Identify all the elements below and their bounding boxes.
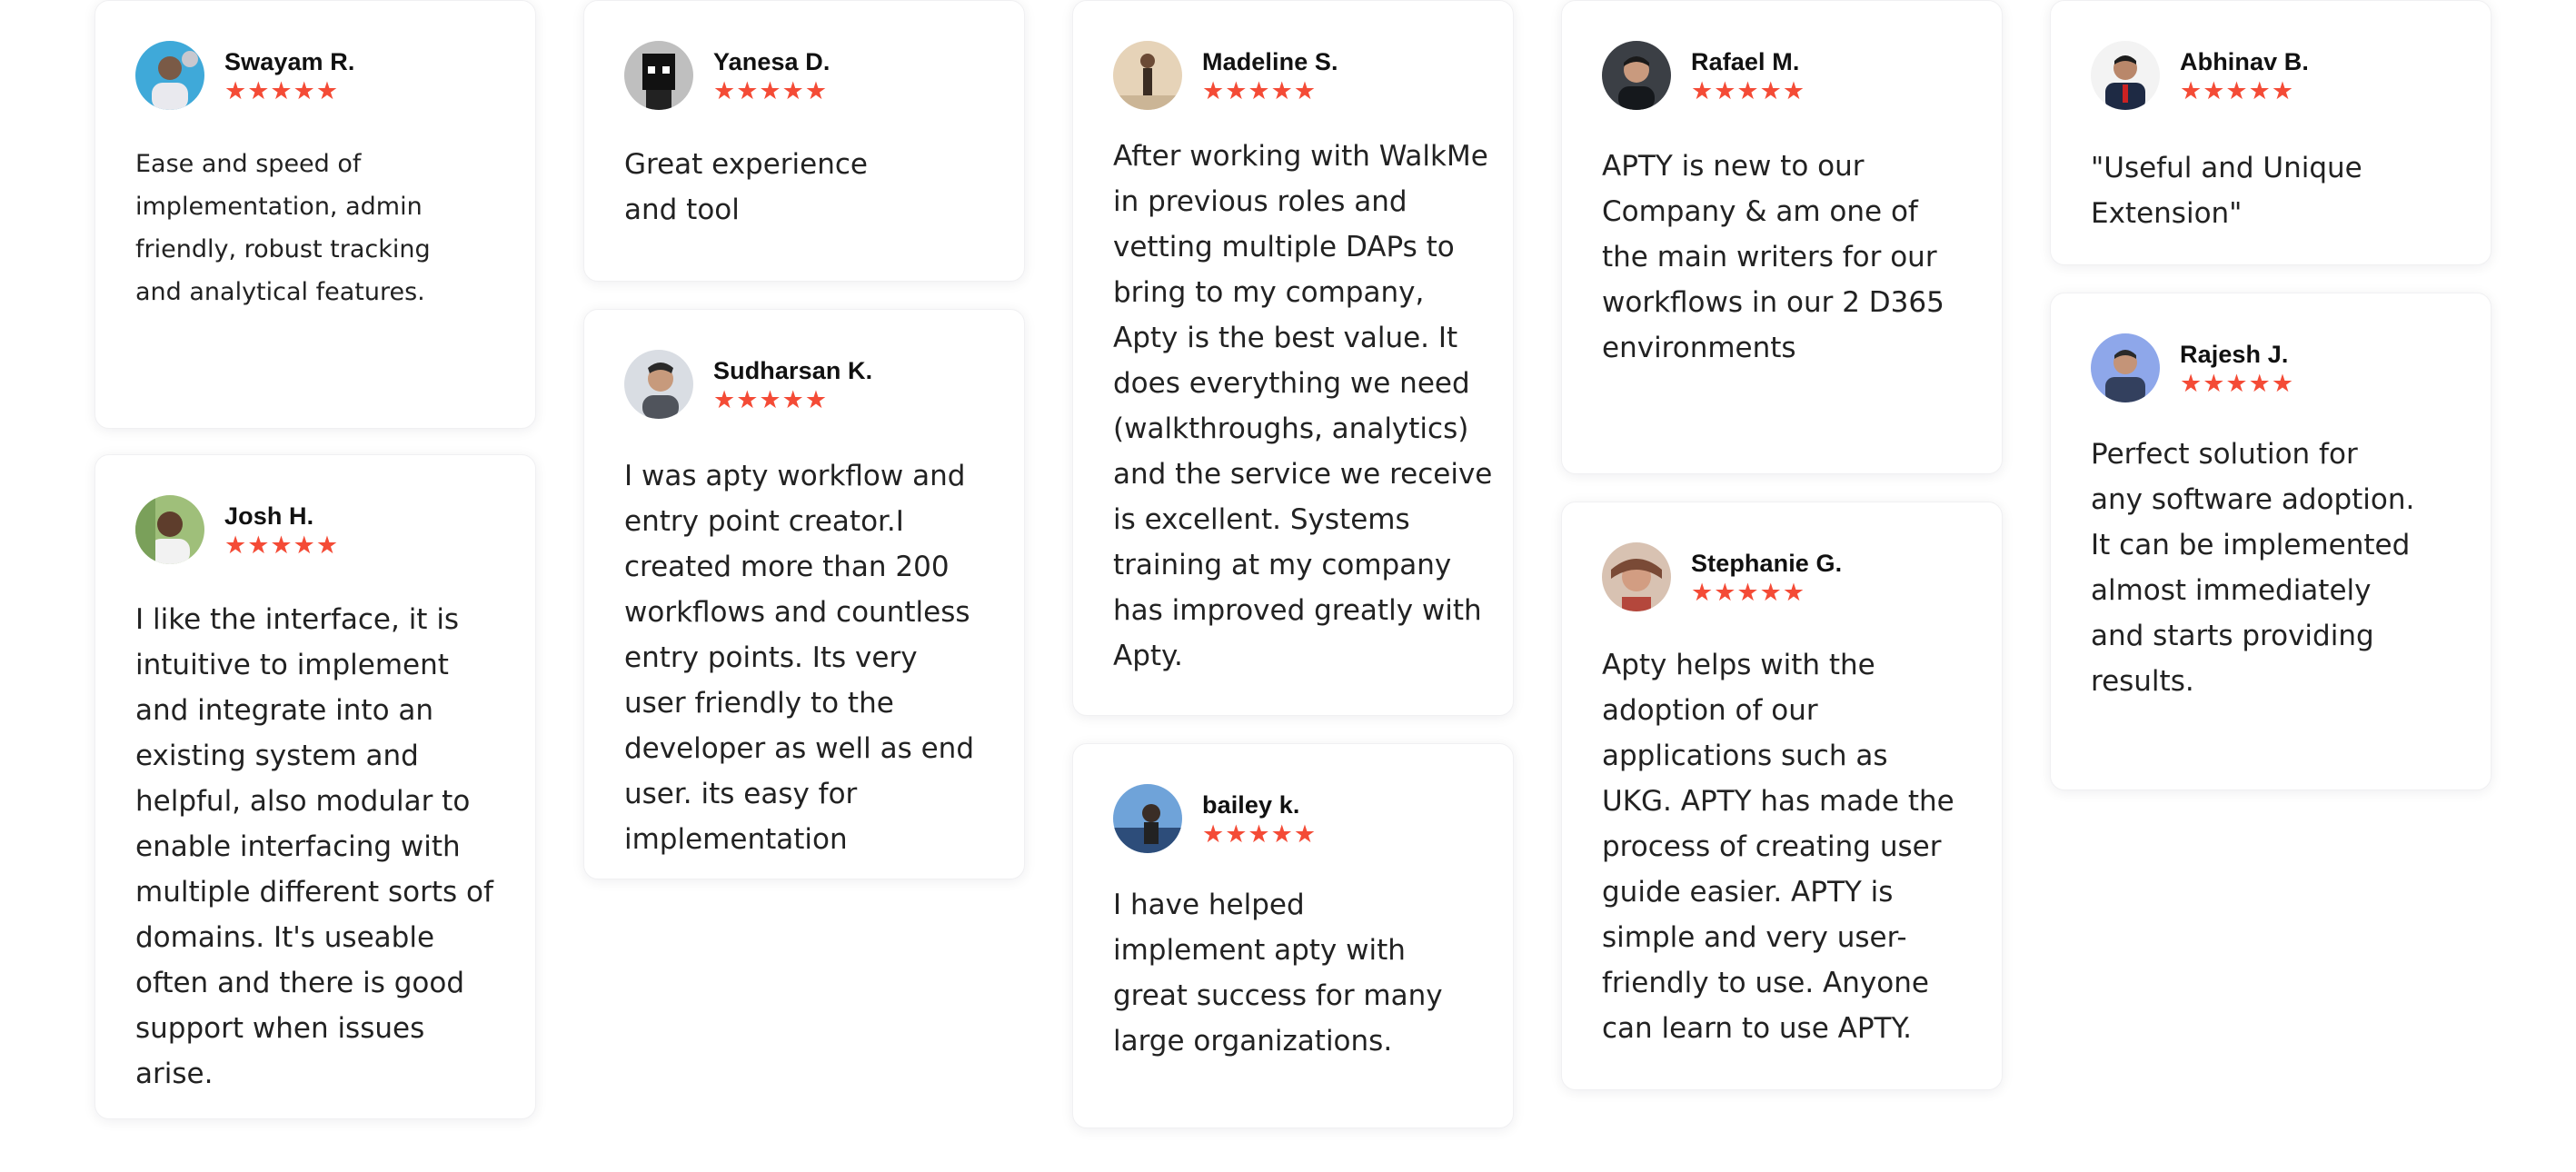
star-rating-icon: ★★★★★ [1202,820,1318,848]
avatar [135,41,204,110]
star-rating-icon: ★★★★★ [2180,77,2295,104]
review-card-rajesh: Rajesh J. ★★★★★ Perfect solution for any… [2050,293,2491,790]
star-rating-icon: ★★★★★ [224,77,340,104]
reviewer-name: Sudharsan K. [713,357,873,384]
review-text: APTY is new to our Company & am one of t… [1602,150,1944,364]
review-text: After working with WalkMe in previous ro… [1113,140,1493,672]
avatar [135,495,204,564]
avatar [624,41,693,110]
review-text: I have helped implement apty with great … [1113,889,1443,1058]
reviewer-name: Abhinav B. [2180,48,2310,75]
review-text: "Useful and Unique Extension" [2091,152,2362,230]
review-text: Great experience and tool [624,148,868,226]
review-card-madeline: Madeline S. ★★★★★ After working with Wal… [1072,0,1514,716]
reviewer-name: Stephanie G. [1691,550,1843,577]
review-text: I was apty workflow and entry point crea… [624,460,975,856]
reviewer-name: Madeline S. [1202,48,1338,75]
star-rating-icon: ★★★★★ [2180,370,2295,397]
review-text: Apty helps with the adoption of our appl… [1602,649,1954,1045]
star-rating-icon: ★★★★★ [1691,579,1806,606]
review-card-sudharsan: Sudharsan K. ★★★★★ I was apty workflow a… [583,309,1025,879]
review-card-bailey: bailey k. ★★★★★ I have helped implement … [1072,743,1514,1128]
avatar [2091,41,2160,110]
avatar [2091,333,2160,402]
reviewer-name: Josh H. [224,502,314,530]
reviewer-name: Swayam R. [224,48,355,75]
review-text: Ease and speed of implementation, admin … [135,150,431,306]
review-text: I like the interface, it is intuitive to… [135,603,493,1090]
star-rating-icon: ★★★★★ [713,386,829,413]
review-card-swayam: Swayam R. ★★★★★ Ease and speed of implem… [94,0,536,429]
review-card-stephanie: Stephanie G. ★★★★★ Apty helps with the a… [1561,502,2003,1090]
reviewer-name: Rafael M. [1691,48,1800,75]
review-card-josh: Josh H. ★★★★★ I like the interface, it i… [94,454,536,1119]
avatar [1113,784,1182,853]
star-rating-icon: ★★★★★ [713,77,829,104]
star-rating-icon: ★★★★★ [224,531,340,559]
avatar [1602,41,1671,110]
review-card-abhinav: Abhinav B. ★★★★★ "Useful and Unique Exte… [2050,0,2491,265]
avatar [624,350,693,419]
avatar [1113,41,1182,110]
review-card-yanesa: Yanesa D. ★★★★★ Great experience and too… [583,0,1025,282]
star-rating-icon: ★★★★★ [1691,77,1806,104]
avatar [1602,542,1671,611]
star-rating-icon: ★★★★★ [1202,77,1318,104]
reviewer-name: Rajesh J. [2180,341,2289,368]
reviewer-name: Yanesa D. [713,48,830,75]
reviewer-name: bailey k. [1202,791,1300,819]
review-text: Perfect solution for any software adopti… [2091,438,2415,698]
review-card-rafael: Rafael M. ★★★★★ APTY is new to our Compa… [1561,0,2003,474]
